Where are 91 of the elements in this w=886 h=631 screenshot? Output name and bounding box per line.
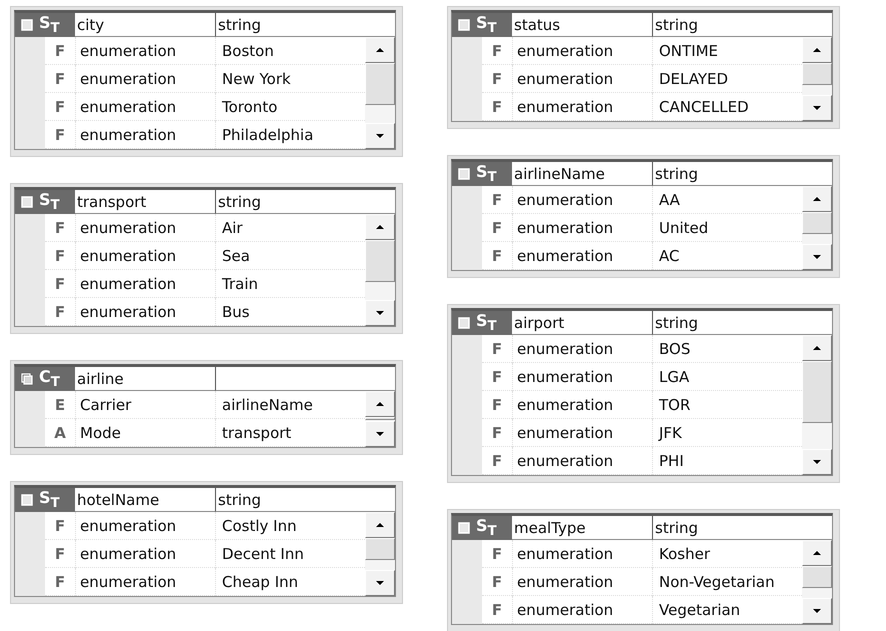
- scrollbar-thumb[interactable]: [802, 212, 832, 234]
- square-icon[interactable]: [458, 317, 470, 329]
- scroll-down-button[interactable]: [802, 244, 832, 270]
- table-cell: enumeration: [512, 540, 652, 568]
- type-name: transport: [75, 190, 215, 214]
- table-cell: enumeration: [75, 121, 215, 149]
- square-icon[interactable]: [21, 19, 33, 31]
- up-arrow-icon: [812, 345, 822, 351]
- table-cell: enumeration: [75, 298, 215, 326]
- table-cell: enumeration: [75, 512, 215, 540]
- scroll-up-button[interactable]: [365, 37, 395, 63]
- table-cell: enumeration: [75, 540, 215, 568]
- table-cell: enumeration: [75, 93, 215, 121]
- type-name: airport: [512, 311, 652, 335]
- scrollbar-thumb[interactable]: [365, 538, 395, 560]
- type-name: hotelName: [75, 488, 215, 512]
- scroll-up-button[interactable]: [802, 37, 832, 63]
- scrollbar-thumb[interactable]: [802, 361, 832, 423]
- type-kind-label: S$_{T}$: [39, 14, 60, 36]
- down-arrow-icon: [375, 310, 385, 316]
- up-arrow-icon: [375, 47, 385, 53]
- down-arrow-icon: [812, 254, 822, 260]
- row-gutter: [15, 391, 45, 447]
- scroll-down-button[interactable]: [365, 123, 395, 149]
- scrollbar-thumb[interactable]: [802, 63, 832, 86]
- table-cell: enumeration: [75, 242, 215, 270]
- type-kind-label: S$_{T}$: [476, 518, 497, 538]
- scrollbar-thumb[interactable]: [365, 240, 395, 282]
- up-arrow-icon: [375, 522, 385, 528]
- table-cell: enumeration: [512, 363, 652, 391]
- type-kind-label: S$_{T}$: [476, 14, 497, 36]
- up-arrow-icon: [812, 47, 822, 53]
- table-cell: enumeration: [75, 568, 215, 596]
- type-name: mealType: [512, 516, 652, 540]
- table-cell: enumeration: [75, 214, 215, 242]
- scroll-down-button[interactable]: [802, 449, 832, 475]
- table-cell: enumeration: [512, 419, 652, 447]
- up-arrow-icon: [812, 550, 822, 556]
- down-arrow-icon: [812, 608, 822, 614]
- table-cell: enumeration: [512, 65, 652, 93]
- type-name: status: [512, 13, 652, 37]
- square-icon[interactable]: [458, 19, 470, 31]
- up-arrow-icon: [375, 224, 385, 230]
- scroll-down-button[interactable]: [365, 300, 395, 326]
- up-arrow-icon: [812, 196, 822, 202]
- type-kind-label: S$_{T}$: [39, 490, 60, 510]
- square-icon[interactable]: [21, 494, 33, 506]
- table-cell: enumeration: [512, 391, 652, 419]
- table-cell: enumeration: [512, 37, 652, 65]
- scroll-up-button[interactable]: [365, 512, 395, 538]
- table-cell: enumeration: [512, 242, 652, 270]
- table-cell: enumeration: [512, 93, 652, 121]
- scroll-up-button[interactable]: [365, 391, 395, 417]
- type-name: city: [75, 13, 215, 37]
- scroll-down-button[interactable]: [365, 421, 395, 447]
- table-cell: enumeration: [512, 186, 652, 214]
- type-kind-label: S$_{T}$: [476, 164, 497, 184]
- table-cell: enumeration: [512, 335, 652, 363]
- down-arrow-icon: [375, 580, 385, 586]
- table-cell: enumeration: [75, 270, 215, 298]
- scrollbar-thumb[interactable]: [802, 566, 832, 588]
- scroll-up-button[interactable]: [802, 540, 832, 566]
- table-cell: enumeration: [512, 568, 652, 596]
- type-name: airlineName: [512, 162, 652, 186]
- down-arrow-icon: [375, 431, 385, 437]
- scroll-up-button[interactable]: [802, 186, 832, 212]
- down-arrow-icon: [375, 133, 385, 139]
- table-cell: enumeration: [512, 447, 652, 475]
- table-cell: Carrier: [75, 391, 215, 419]
- scroll-down-button[interactable]: [365, 570, 395, 596]
- type-kind-label: C$_{T}$: [39, 368, 60, 390]
- down-arrow-icon: [812, 105, 822, 111]
- scroll-down-button[interactable]: [802, 598, 832, 624]
- scroll-down-button[interactable]: [802, 95, 832, 121]
- type-kind-label: S$_{T}$: [476, 312, 497, 334]
- table-cell: enumeration: [75, 37, 215, 65]
- scroll-up-button[interactable]: [365, 214, 395, 240]
- table-cell: enumeration: [512, 214, 652, 242]
- table-cell: enumeration: [75, 65, 215, 93]
- stacked-squares-icon[interactable]: [21, 373, 33, 385]
- square-icon[interactable]: [458, 168, 470, 180]
- scrollbar-thumb[interactable]: [365, 63, 395, 105]
- square-icon[interactable]: [21, 196, 33, 208]
- down-arrow-icon: [812, 459, 822, 465]
- scroll-up-button[interactable]: [802, 335, 832, 361]
- up-arrow-icon: [375, 401, 385, 407]
- type-kind-label: S$_{T}$: [39, 192, 60, 212]
- table-cell: enumeration: [512, 596, 652, 624]
- table-cell: Mode: [75, 419, 215, 447]
- square-icon[interactable]: [458, 522, 470, 534]
- type-name: airline: [75, 367, 215, 391]
